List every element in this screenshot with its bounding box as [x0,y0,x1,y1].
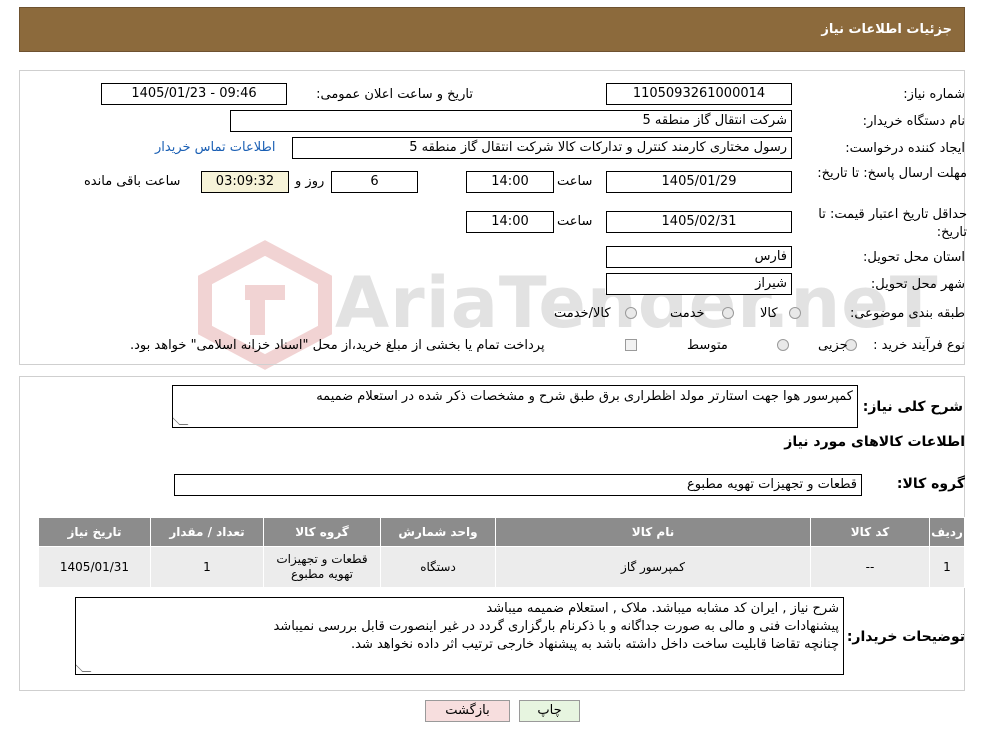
purchase-medium-label: متوسط [687,338,728,353]
cell-group: قطعات و تجهیزات تهویه مطبوع [263,546,381,588]
reply-deadline-time-label: ساعت [557,174,593,189]
cell-name: کمپرسور گاز [495,546,811,588]
purchase-minor-label: جزیی [818,338,848,353]
category-service-label: خدمت [670,306,705,321]
category-goods-service-label: کالا/خدمت [554,306,611,321]
reply-deadline-time: 14:00 [466,171,554,193]
col-date: تاریخ نیاز [38,517,151,547]
page-header: جزئیات اطلاعات نیاز [19,7,965,52]
description-text: کمپرسور هوا جهت استارتر مولد اظطراری برق… [316,389,853,404]
buyer-notes-field: شرح نیاز , ایران کد مشابه میباشد. ملاک ,… [75,597,844,675]
cell-date: 1405/01/31 [38,546,151,588]
announce-datetime-field: 1405/01/23 - 09:46 [101,83,287,105]
requester-label: ایجاد کننده درخواست: [845,141,965,156]
province-field: فارس [606,246,792,268]
buyer-org-label: نام دستگاه خریدار: [862,114,965,129]
purchase-medium-radio[interactable] [777,339,789,351]
goods-group-field: قطعات و تجهیزات تهویه مطبوع [174,474,862,496]
buyer-notes-label: توضیحات خریدار: [846,629,965,645]
buyer-notes-line-2: پیشنهادات فنی و مالی به صورت جداگانه و ب… [273,619,839,634]
back-button[interactable]: بازگشت [425,700,510,722]
buyer-notes-line-3: چنانچه تقاضا قابلیت ساخت داخل داشته باشد… [350,637,839,652]
need-number-label: شماره نیاز: [903,87,965,102]
city-label: شهر محل تحویل: [870,277,965,292]
cell-code: -- [810,546,930,588]
buyer-org-field: شرکت انتقال گاز منطقه 5 [230,110,792,132]
resize-handle-icon[interactable] [76,663,92,672]
buyer-contact-link[interactable]: اطلاعات تماس خریدار [155,140,275,155]
goods-group-label: گروه کالا: [896,476,965,492]
reply-deadline-date: 1405/01/29 [606,171,792,193]
col-code: کد کالا [810,517,930,547]
treasury-docs-checkbox[interactable] [625,339,637,351]
category-service-radio[interactable] [722,307,734,319]
category-goods-radio[interactable] [789,307,801,319]
col-qty: تعداد / مقدار [150,517,264,547]
purchase-type-label: نوع فرآیند خرید : [873,338,965,353]
goods-section-title: اطلاعات کالاهای مورد نیاز [784,434,965,450]
remaining-label: ساعت باقی مانده [84,174,181,189]
need-number-field: 1105093261000014 [606,83,792,105]
remaining-days: 6 [331,171,418,193]
print-button[interactable]: چاپ [519,700,580,722]
table-row: 1 -- کمپرسور گاز دستگاه قطعات و تجهیزات … [38,546,965,588]
reply-deadline-label: مهلت ارسال پاسخ: تا تاریخ: [817,166,967,181]
city-field: شیراز [606,273,792,295]
cell-unit: دستگاه [380,546,496,588]
items-table: ردیف کد کالا نام کالا واحد شمارش گروه کا… [38,517,965,588]
days-label: روز و [295,174,325,189]
buyer-notes-line-1: شرح نیاز , ایران کد مشابه میباشد. ملاک ,… [486,601,839,616]
items-table-wrapper: ردیف کد کالا نام کالا واحد شمارش گروه کا… [38,517,965,588]
cell-qty: 1 [150,546,264,588]
price-validity-label: حداقل تاریخ اعتبار قیمت: تا تاریخ: [818,207,967,240]
remaining-time: 03:09:32 [201,171,289,193]
col-unit: واحد شمارش [380,517,496,547]
treasury-docs-note: پرداخت تمام یا بخشی از مبلغ خرید،از محل … [130,338,545,353]
description-field: کمپرسور هوا جهت استارتر مولد اظطراری برق… [172,385,858,428]
requester-field: رسول مختاری کارمند کنترل و تداركات كالا … [292,137,792,159]
items-table-header-row: ردیف کد کالا نام کالا واحد شمارش گروه کا… [38,517,965,547]
col-group: گروه کالا [263,517,381,547]
category-goods-label: کالا [760,306,778,321]
province-label: استان محل تحویل: [863,250,965,265]
resize-handle-icon[interactable] [173,416,189,425]
col-name: نام کالا [495,517,811,547]
announce-datetime-label: تاریخ و ساعت اعلان عمومی: [316,87,473,102]
description-label: شرح کلی نیاز: [862,399,963,415]
price-validity-date: 1405/02/31 [606,211,792,233]
price-validity-time-label: ساعت [557,214,593,229]
col-row: ردیف [929,517,965,547]
cell-row: 1 [929,546,965,588]
page-title: جزئیات اطلاعات نیاز [821,22,952,37]
category-label: طبقه بندی موضوعی: [849,306,965,321]
category-goods-service-radio[interactable] [625,307,637,319]
price-validity-time: 14:00 [466,211,554,233]
